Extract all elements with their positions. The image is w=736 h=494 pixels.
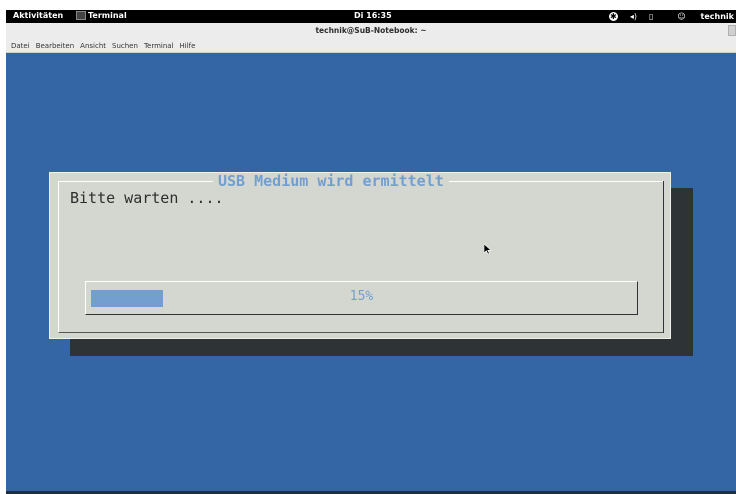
window-title: technik@SuB-Notebook: ~: [315, 26, 427, 35]
menu-datei[interactable]: Datei: [11, 42, 30, 50]
top-panel: Aktivitäten Terminal Di 16:35 ✱ ◂) ▯ ☺ t…: [6, 10, 736, 23]
dialog-title: USB Medium wird ermittelt: [213, 173, 449, 189]
user-name: technik: [700, 12, 734, 21]
window-close-button[interactable]: [728, 25, 736, 36]
dialog-message: Bitte warten ....: [70, 189, 224, 207]
user-icon: ☺: [677, 12, 686, 21]
app-menu-label: Terminal: [88, 11, 127, 20]
activities-button[interactable]: Aktivitäten: [13, 11, 63, 20]
battery-icon[interactable]: ▯: [649, 12, 653, 21]
system-tray: ✱ ◂) ▯ ☺ technik: [597, 10, 736, 23]
menu-bar: Datei Bearbeiten Ansicht Suchen Terminal…: [6, 39, 736, 53]
menu-ansicht[interactable]: Ansicht: [80, 42, 106, 50]
terminal-icon: [76, 11, 86, 20]
window-titlebar[interactable]: technik@SuB-Notebook: ~: [6, 23, 736, 39]
user-menu[interactable]: ☺ technik: [665, 12, 734, 21]
clock[interactable]: Di 16:35: [354, 11, 392, 20]
progress-percent: 15%: [349, 289, 374, 304]
mouse-pointer-icon: [484, 244, 492, 254]
menu-terminal[interactable]: Terminal: [144, 42, 174, 50]
menu-hilfe[interactable]: Hilfe: [180, 42, 196, 50]
menu-suchen[interactable]: Suchen: [112, 42, 138, 50]
app-menu-button[interactable]: Terminal: [76, 11, 127, 20]
dialog-frame-edge: [663, 181, 664, 333]
gauge-dialog: USB Medium wird ermittelt Bitte warten .…: [49, 172, 671, 339]
progress-gauge: 15%: [85, 281, 638, 315]
volume-icon[interactable]: ◂): [630, 12, 637, 21]
accessibility-icon[interactable]: ✱: [608, 12, 618, 21]
menu-bearbeiten[interactable]: Bearbeiten: [36, 42, 74, 50]
